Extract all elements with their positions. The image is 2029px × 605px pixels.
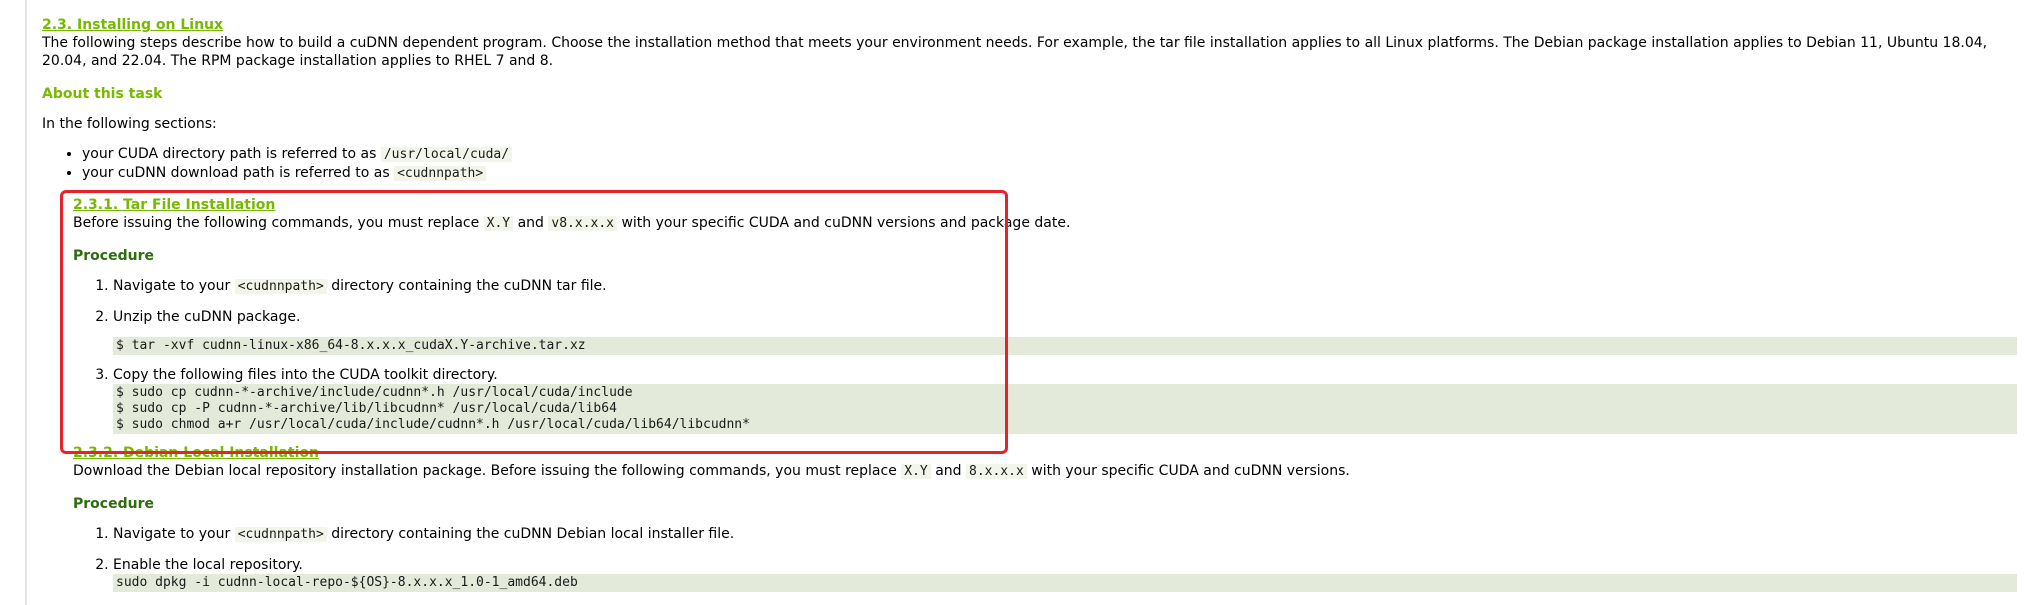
left-divider	[25, 0, 27, 605]
tar-install-section: 2.3.1. Tar File Installation Before issu…	[73, 183, 2027, 434]
tar-steps-2: Unzip the cuDNN package.	[73, 308, 2027, 326]
code-block-unzip[interactable]: $ tar -xvf cudnn-linux-x86_64-8.x.x.x_cu…	[113, 337, 2017, 355]
code-block-copy[interactable]: $ sudo cp cudnn-*-archive/include/cudnn*…	[113, 384, 2017, 434]
procedure-heading-deb: Procedure	[73, 496, 154, 512]
doc-content: 2.3. Installing on Linux The following s…	[42, 14, 2027, 592]
cuda-path-code: /usr/local/cuda/	[380, 147, 513, 162]
procedure-heading: Procedure	[73, 248, 154, 264]
deb-steps: Navigate to your <cudnnpath> directory c…	[73, 525, 2027, 544]
deb-steps-2: Enable the local repository.	[73, 556, 2027, 574]
cudnn-path-code: <cudnnpath>	[394, 166, 487, 181]
list-item: Navigate to your <cudnnpath> directory c…	[113, 277, 2027, 296]
following-sections-text: In the following sections:	[42, 116, 217, 132]
code-block-dpkg[interactable]: sudo dpkg -i cudnn-local-repo-${OS}-8.x.…	[113, 574, 2017, 592]
list-item: your cuDNN download path is referred to …	[82, 164, 2027, 183]
deb-install-title-link[interactable]: 2.3.2. Debian Local Installation	[73, 444, 319, 462]
deb-intro: Download the Debian local repository ins…	[73, 463, 1350, 479]
list-item: Navigate to your <cudnnpath> directory c…	[113, 525, 2027, 544]
deb-install-section: 2.3.2. Debian Local Installation Downloa…	[73, 434, 2027, 592]
list-item: Copy the following files into the CUDA t…	[113, 366, 2027, 384]
section-title-link[interactable]: 2.3. Installing on Linux	[42, 16, 223, 34]
tar-steps-3: Copy the following files into the CUDA t…	[73, 366, 2027, 384]
about-task-heading: About this task	[42, 86, 163, 102]
list-item: Unzip the cuDNN package.	[113, 308, 2027, 326]
tar-intro: Before issuing the following commands, y…	[73, 215, 1071, 231]
list-item: your CUDA directory path is referred to …	[82, 145, 2027, 164]
list-item: Enable the local repository.	[113, 556, 2027, 574]
path-list: your CUDA directory path is referred to …	[42, 145, 2027, 183]
section-intro: The following steps describe how to buil…	[42, 35, 1988, 69]
tar-install-title-link[interactable]: 2.3.1. Tar File Installation	[73, 196, 275, 214]
tar-steps: Navigate to your <cudnnpath> directory c…	[73, 277, 2027, 296]
